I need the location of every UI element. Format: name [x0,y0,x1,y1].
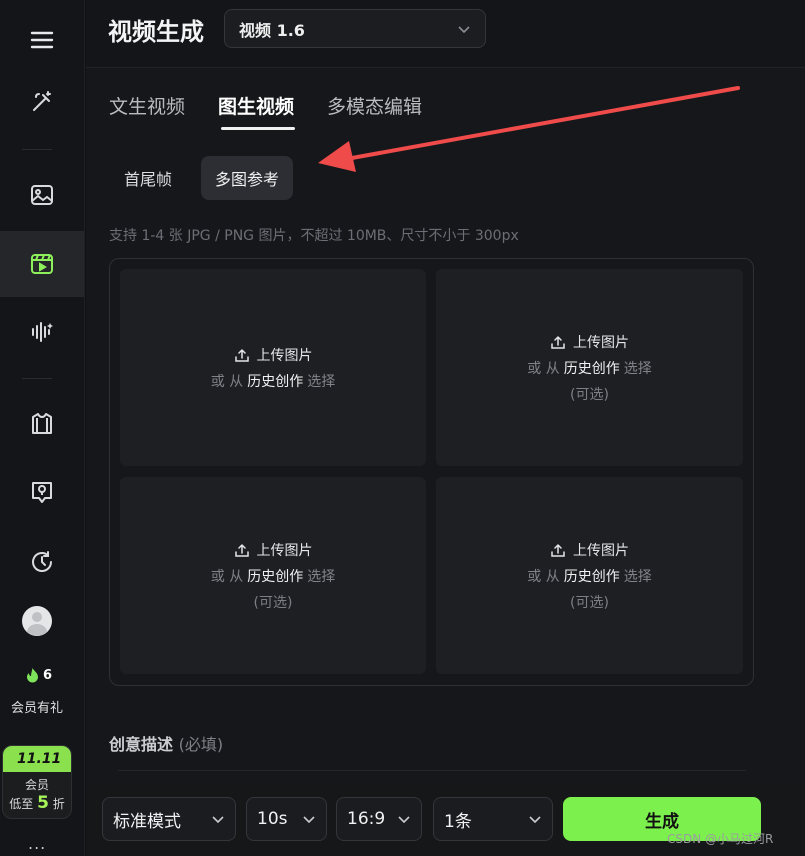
description-required-note: (必填) [178,735,224,754]
promo-line2: 低至 5 折 [3,793,71,813]
upload-icon [234,543,249,557]
upload-label: 上传图片 [573,334,629,351]
sidebar-divider [22,378,52,379]
chevron-down-icon [398,816,410,824]
points-indicator[interactable]: 6 [26,668,52,683]
chevron-down-icon [458,25,470,33]
menu-toggle-button[interactable] [0,10,84,70]
watermark: CSDN @小马过河R [667,832,774,846]
sidebar-item-clothing[interactable] [0,394,84,454]
subtab-multi-image-reference[interactable]: 多图参考 [201,156,294,200]
count-select[interactable]: 1条 [433,797,553,841]
mode-select-value: 标准模式 [113,811,181,832]
optional-label: (可选) [570,594,609,611]
promo-line1: 会员 [24,778,49,792]
upload-label: 上传图片 [256,347,313,364]
lightbulb-badge-icon [32,482,52,503]
promo-suffix: 折 [52,797,65,811]
optional-label: (可选) [253,594,293,611]
image-icon [31,185,53,205]
or-text: 或 从 [527,568,560,585]
upload-hint: 支持 1-4 张 JPG / PNG 图片，不超过 10MB、尺寸不小于 300… [109,228,519,244]
video-icon [31,254,53,274]
audio-wave-icon [32,322,53,342]
or-text: 或 从 [210,373,244,390]
description-divider [118,770,746,771]
tab-text-to-video[interactable]: 文生视频 [109,92,185,119]
select-text: 选择 [307,568,336,585]
upload-row: 上传图片 [550,540,629,560]
sidebar-item-image[interactable] [0,165,84,225]
aspect-ratio-select[interactable]: 16:9 [336,797,422,841]
promo-banner[interactable]: 11.11 会员 低至 5 折 [2,745,72,819]
aspect-ratio-select-value: 16:9 [347,809,386,829]
avatar[interactable] [22,606,52,636]
model-select[interactable]: 视频 1.6 [224,9,486,48]
points-count: 6 [43,668,53,683]
history-link[interactable]: 历史创作 [247,569,303,585]
history-link[interactable]: 历史创作 [564,361,620,377]
description-title: 创意描述 [109,735,174,754]
history-link[interactable]: 历史创作 [247,374,303,390]
magic-wand-icon [33,91,51,111]
select-text: 选择 [623,360,652,377]
upload-row: 上传图片 [234,540,313,560]
model-select-value: 视频 1.6 [239,20,305,40]
hamburger-menu-icon [30,31,54,49]
history-row: 或 从历史创作 选择 [211,566,335,586]
history-row: 或 从历史创作 选择 [211,371,335,391]
sidebar-item-inspiration[interactable] [0,462,84,522]
chevron-down-icon [212,816,224,824]
upload-label: 上传图片 [256,542,313,559]
more-icon[interactable]: ... [28,834,46,853]
active-tab-indicator [221,127,295,130]
history-link[interactable]: 历史创作 [564,569,620,585]
sidebar-item-audio[interactable] [0,302,84,362]
sidebar-item-history[interactable] [0,532,84,592]
upload-row: 上传图片 [550,332,629,352]
history-row: 或 从历史创作 选择 [527,358,651,378]
duration-select-value: 10s [257,809,288,829]
optional-label: (可选) [570,386,609,403]
promo-number: 5 [37,793,49,813]
tab-multimodal-edit[interactable]: 多模态编辑 [327,92,422,119]
select-text: 选择 [623,568,652,585]
page-title: 视频生成 [108,18,204,46]
chevron-down-icon [303,816,315,824]
history-row: 或 从历史创作 选择 [527,566,651,586]
upload-slot-4[interactable]: 上传图片 或 从历史创作 选择 (可选) [436,477,743,674]
promo-badge: 11.11 [3,746,71,772]
upload-row: 上传图片 [234,345,313,365]
mode-select[interactable]: 标准模式 [102,797,236,841]
description-label: 创意描述 (必填) [109,731,223,755]
select-text: 选择 [307,373,336,390]
upload-icon [234,348,249,362]
shirt-icon [32,413,52,434]
flame-icon [27,668,38,683]
upload-slot-2[interactable]: 上传图片 或 从历史创作 选择 (可选) [436,269,743,466]
or-text: 或 从 [527,360,560,377]
tab-image-to-video[interactable]: 图生视频 [218,92,294,119]
member-perk-link[interactable]: 会员有礼 [0,697,74,716]
or-text: 或 从 [210,568,244,585]
sidebar-item-video[interactable] [0,231,84,297]
promo-prefix: 低至 [9,797,34,811]
subtab-first-last-frame[interactable]: 首尾帧 [110,156,186,200]
sidebar-divider [22,149,52,150]
sidebar: 6 会员有礼 11.11 会员 低至 5 折 ... [0,0,85,856]
history-clock-icon [32,551,52,572]
count-select-value: 1条 [444,811,472,832]
upload-icon [551,335,565,349]
chevron-down-icon [529,816,541,824]
sidebar-item-magic[interactable] [0,72,84,132]
upload-icon [551,543,565,557]
duration-select[interactable]: 10s [246,797,327,841]
upload-slot-3[interactable]: 上传图片 或 从历史创作 选择 (可选) [120,477,426,674]
upload-label: 上传图片 [573,542,629,559]
upload-slot-1[interactable]: 上传图片 或 从历史创作 选择 [120,269,426,466]
